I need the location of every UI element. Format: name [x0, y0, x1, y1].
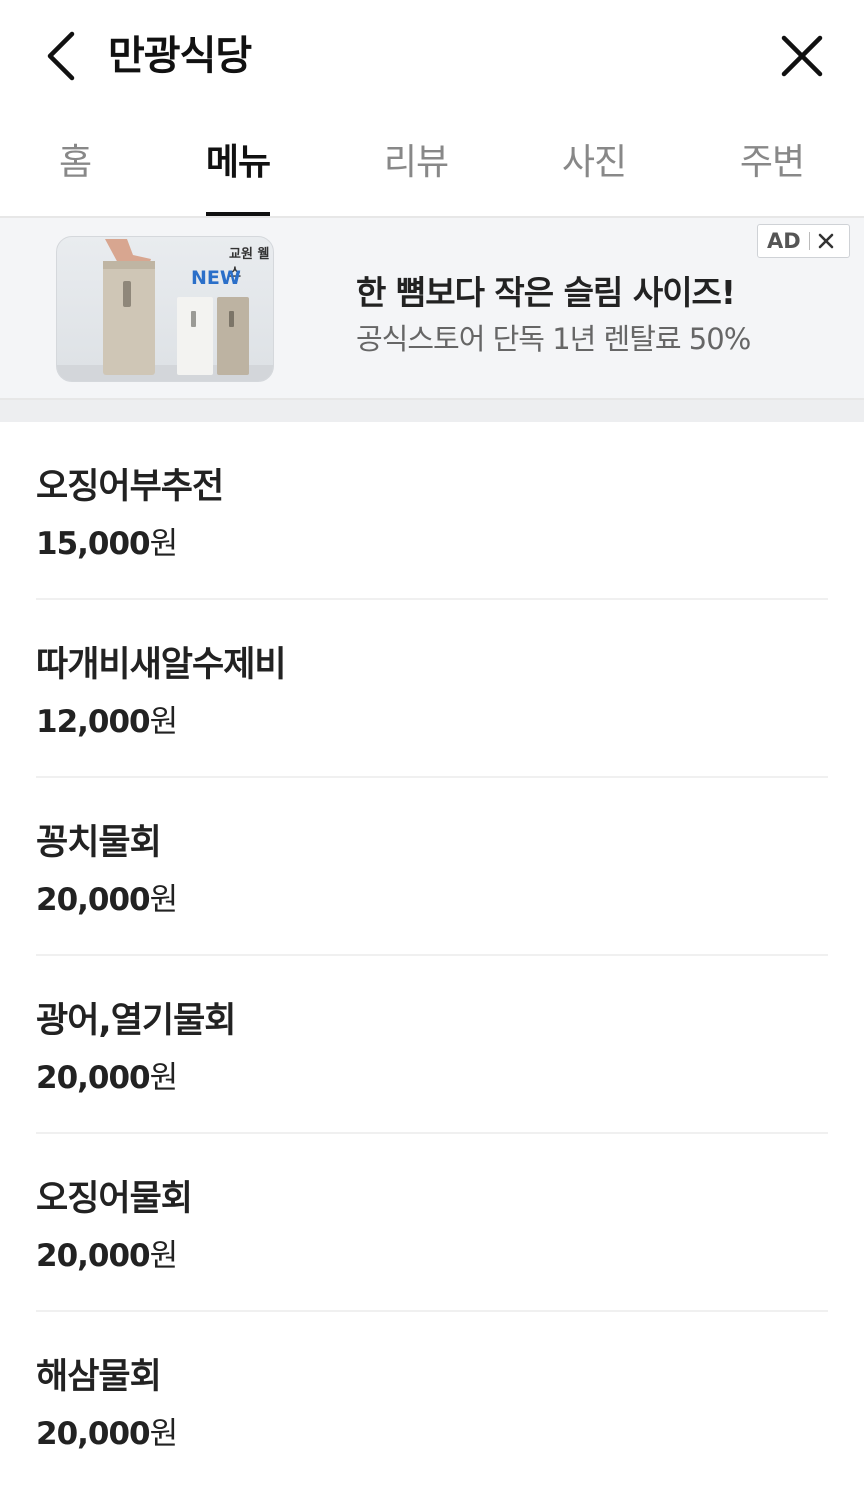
- ad-banner[interactable]: 교원 웰스 NEW 한 뼘보다 작은 슬림 사이즈! 공식스토어 단독 1년 렌…: [0, 218, 864, 400]
- page-title: 만광식당: [108, 33, 252, 79]
- tab-photos[interactable]: 사진: [554, 138, 634, 218]
- menu-item-price: 20,000원: [36, 882, 178, 918]
- tab-menu[interactable]: 메뉴: [198, 138, 278, 218]
- list-item[interactable]: 따개비새알수제비 12,000원: [0, 600, 864, 778]
- water-purifier-illustration: [57, 239, 273, 381]
- tab-bar: 홈 메뉴 리뷰 사진 주변: [0, 112, 864, 218]
- close-icon[interactable]: [817, 232, 835, 250]
- tab-reviews[interactable]: 리뷰: [376, 138, 456, 218]
- menu-item-name: 광어,열기물회: [36, 1001, 236, 1041]
- back-button[interactable]: [40, 28, 84, 84]
- menu-item-price: 20,000원: [36, 1060, 178, 1096]
- ad-badge-divider: [808, 232, 810, 250]
- list-item[interactable]: 광어,열기물회 20,000원: [0, 956, 864, 1134]
- menu-item-price: 20,000원: [36, 1238, 178, 1274]
- menu-item-name: 해삼물회: [36, 1357, 162, 1397]
- chevron-left-icon: [47, 31, 75, 81]
- list-item[interactable]: 해삼물회 20,000원: [0, 1312, 864, 1490]
- tab-home[interactable]: 홈: [40, 138, 110, 218]
- list-item[interactable]: 오징어부추전 15,000원: [0, 422, 864, 600]
- menu-item-name: 오징어물회: [36, 1179, 193, 1219]
- ad-subtext: 공식스토어 단독 1년 렌탈료 50%: [356, 322, 751, 356]
- menu-item-price: 15,000원: [36, 526, 178, 562]
- menu-list: 오징어부추전 15,000원 따개비새알수제비 12,000원 꽁치물회 20,…: [0, 422, 864, 1490]
- ad-product-image[interactable]: 교원 웰스 NEW: [56, 236, 274, 382]
- menu-item-name: 따개비새알수제비: [36, 645, 287, 685]
- ad-headline: 한 뼘보다 작은 슬림 사이즈!: [356, 273, 736, 312]
- list-item[interactable]: 꽁치물회 20,000원: [0, 778, 864, 956]
- ad-close-badge[interactable]: AD: [757, 224, 850, 258]
- app-header: 만광식당: [0, 0, 864, 112]
- menu-item-name: 꽁치물회: [36, 823, 162, 863]
- close-icon: [781, 35, 823, 77]
- active-tab-indicator: [206, 212, 270, 216]
- menu-item-name: 오징어부추전: [36, 467, 224, 507]
- menu-item-price: 20,000원: [36, 1416, 178, 1452]
- menu-item-price: 12,000원: [36, 704, 178, 740]
- ad-label: AD: [767, 229, 801, 253]
- section-divider: [0, 400, 864, 422]
- close-button[interactable]: [776, 30, 828, 82]
- list-item[interactable]: 오징어물회 20,000원: [0, 1134, 864, 1312]
- tab-nearby[interactable]: 주변: [732, 138, 812, 218]
